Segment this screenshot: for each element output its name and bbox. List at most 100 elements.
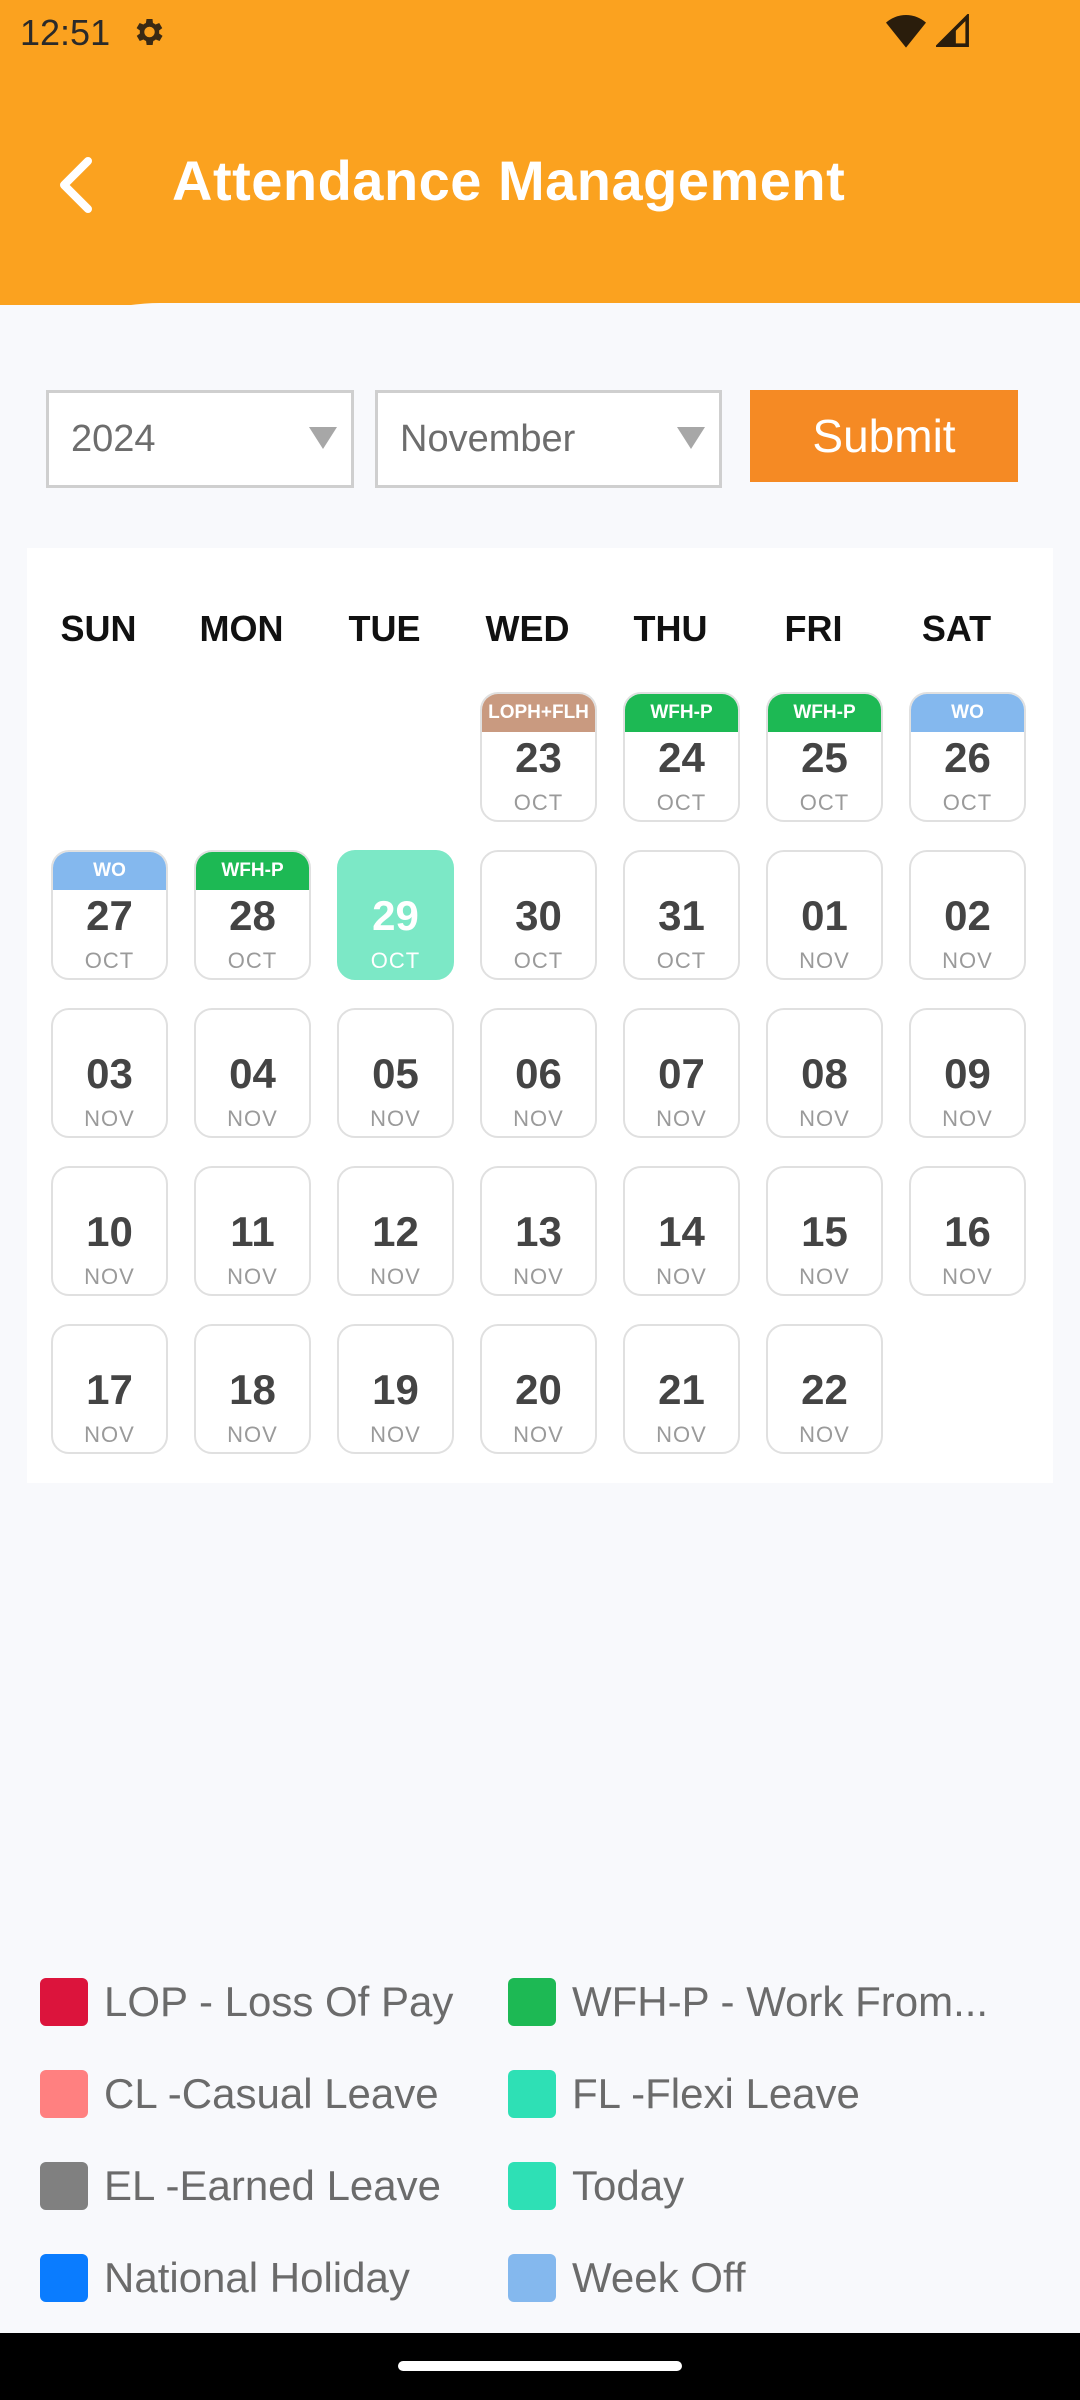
weekday-thu: THU [633, 608, 708, 649]
day-month: NOV [84, 1106, 135, 1131]
calendar-day[interactable]: 22 NOV [766, 1324, 883, 1454]
app-header: 12:51 Attendance Management [0, 0, 1080, 305]
calendar-day[interactable]: 09 NOV [909, 1008, 1026, 1138]
calendar-day[interactable]: 12 NOV [337, 1166, 454, 1296]
legend-swatch [508, 2162, 556, 2210]
calendar-day[interactable]: WFH-P 25 OCT [766, 692, 883, 822]
day-number: 15 [801, 1208, 848, 1255]
home-gesture-handle[interactable] [398, 2361, 682, 2371]
settings-gear-icon [136, 18, 163, 46]
day-number: 26 [944, 734, 991, 781]
calendar-day[interactable]: WFH-P 24 OCT [623, 692, 740, 822]
calendar-day[interactable]: 30 OCT [480, 850, 597, 980]
day-number: 09 [944, 1050, 991, 1097]
back-arrow-icon [60, 157, 92, 213]
day-number: 01 [801, 892, 848, 939]
calendar-day[interactable]: WO 26 OCT [909, 692, 1026, 822]
day-month: OCT [656, 790, 707, 815]
legend-label: WFH-P - Work From... [572, 1978, 989, 2025]
calendar-day[interactable]: 18 NOV [194, 1324, 311, 1454]
day-number: 20 [515, 1366, 562, 1413]
calendar-day[interactable]: 04 NOV [194, 1008, 311, 1138]
day-number: 06 [515, 1050, 562, 1097]
calendar-day[interactable]: LOPH+FLH 23 OCT [480, 692, 597, 822]
day-month: NOV [227, 1106, 278, 1131]
calendar-day[interactable]: 03 NOV [51, 1008, 168, 1138]
year-select-value: 2024 [71, 417, 156, 460]
day-number: 14 [658, 1208, 705, 1255]
day-month: NOV [799, 948, 850, 973]
day-number: 03 [86, 1050, 133, 1097]
day-month: NOV [84, 1422, 135, 1447]
calendar-day[interactable]: 31 OCT [623, 850, 740, 980]
day-month: OCT [227, 948, 278, 973]
day-month: OCT [799, 790, 850, 815]
calendar-day[interactable]: 08 NOV [766, 1008, 883, 1138]
calendar-day-today[interactable]: 29 OCT [337, 850, 454, 980]
day-month: NOV [513, 1264, 564, 1289]
day-month: OCT [656, 948, 707, 973]
day-number: 25 [801, 734, 848, 781]
back-button[interactable] [48, 150, 104, 220]
day-status-tag: WFH-P [196, 852, 309, 890]
day-number: 22 [801, 1366, 848, 1413]
day-number: 07 [658, 1050, 705, 1097]
legend-label: FL -Flexi Leave [572, 2070, 860, 2117]
day-status-tag: WFH-P [625, 694, 738, 732]
cell-signal-icon [936, 14, 969, 47]
status-time: 12:51 [20, 12, 111, 53]
day-number: 28 [229, 892, 276, 939]
calendar-day[interactable]: 11 NOV [194, 1166, 311, 1296]
day-month: NOV [942, 1264, 993, 1289]
calendar-day[interactable]: 10 NOV [51, 1166, 168, 1296]
calendar-day[interactable]: 16 NOV [909, 1166, 1026, 1296]
calendar-day[interactable]: 07 NOV [623, 1008, 740, 1138]
calendar-day[interactable]: WFH-P 28 OCT [194, 850, 311, 980]
legend-item: National Holiday [40, 2248, 410, 2308]
day-month: NOV [370, 1106, 421, 1131]
day-month: OCT [942, 790, 993, 815]
calendar-day[interactable]: 21 NOV [623, 1324, 740, 1454]
day-month: NOV [799, 1264, 850, 1289]
legend-item: WFH-P - Work From... [508, 1972, 988, 2032]
calendar-day[interactable]: 02 NOV [909, 850, 1026, 980]
calendar-day[interactable]: 15 NOV [766, 1166, 883, 1296]
submit-button[interactable]: Submit [750, 390, 1018, 482]
weekday-sun: SUN [60, 608, 137, 649]
day-status-tag: WO [53, 852, 166, 890]
day-number: 30 [515, 892, 562, 939]
calendar-day[interactable]: WO 27 OCT [51, 850, 168, 980]
day-month: NOV [227, 1422, 278, 1447]
legend-label: Week Off [572, 2254, 746, 2301]
month-select-value: November [400, 417, 576, 460]
day-status-tag: WO [911, 694, 1024, 732]
day-number: 24 [658, 734, 705, 781]
month-select[interactable]: November [375, 390, 722, 488]
day-number: 16 [944, 1208, 991, 1255]
day-number: 27 [86, 892, 133, 939]
year-select[interactable]: 2024 [46, 390, 354, 488]
day-month: OCT [84, 948, 135, 973]
calendar-day[interactable]: 13 NOV [480, 1166, 597, 1296]
calendar-day[interactable]: 01 NOV [766, 850, 883, 980]
day-month: NOV [942, 1106, 993, 1131]
day-number: 11 [230, 1208, 275, 1255]
day-month: OCT [513, 948, 564, 973]
calendar-day[interactable]: 05 NOV [337, 1008, 454, 1138]
legend-label: CL -Casual Leave [104, 2070, 439, 2117]
day-number: 13 [515, 1208, 562, 1255]
day-number: 04 [229, 1050, 276, 1097]
day-number: 19 [372, 1366, 419, 1413]
day-month: NOV [656, 1422, 707, 1447]
day-number: 21 [658, 1366, 705, 1413]
calendar-day[interactable]: 20 NOV [480, 1324, 597, 1454]
calendar-day[interactable]: 06 NOV [480, 1008, 597, 1138]
day-month: NOV [513, 1422, 564, 1447]
dropdown-caret-icon [309, 427, 337, 449]
day-number: 17 [86, 1366, 133, 1413]
legend-swatch [508, 2070, 556, 2118]
legend-label: LOP - Loss Of Pay [104, 1978, 454, 2025]
calendar-day[interactable]: 14 NOV [623, 1166, 740, 1296]
calendar-day[interactable]: 17 NOV [51, 1324, 168, 1454]
calendar-day[interactable]: 19 NOV [337, 1324, 454, 1454]
